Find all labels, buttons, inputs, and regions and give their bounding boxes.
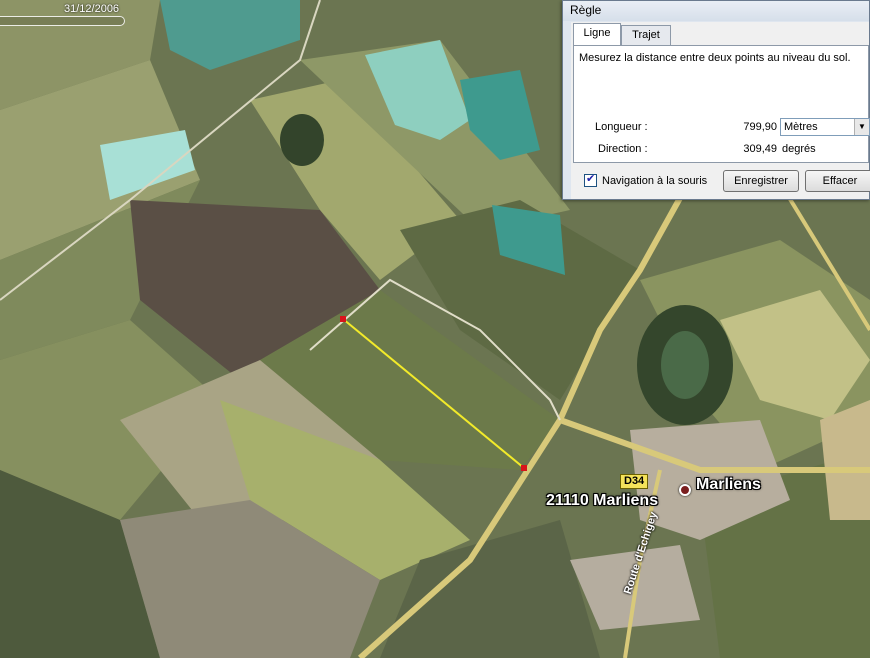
dialog-title: Règle — [563, 1, 869, 21]
mouse-navigation-checkbox[interactable]: ✔ — [584, 173, 597, 187]
mouse-navigation-label: Navigation à la souris — [602, 174, 708, 187]
tab-ligne[interactable]: Ligne — [573, 23, 621, 45]
place-marker-icon[interactable] — [679, 484, 691, 496]
length-value: 799,90 — [743, 121, 777, 133]
checkmark-icon: ✔ — [586, 173, 596, 185]
postcode-place-label: 21110 Marliens — [546, 492, 659, 509]
pond — [661, 331, 709, 399]
ruler-dialog: Règle Ligne Trajet Mesurez la distance e… — [562, 0, 870, 200]
woodland — [280, 114, 324, 166]
direction-unit: degrés — [782, 143, 816, 155]
direction-value: 309,49 — [743, 143, 777, 155]
tab-trajet[interactable]: Trajet — [621, 25, 671, 45]
road-shield-d34: D34 — [620, 474, 649, 489]
time-slider-track[interactable] — [0, 16, 125, 26]
unit-selected-value: Mètres — [784, 121, 818, 133]
measure-start-point[interactable] — [340, 316, 346, 322]
place-label: Marliens — [696, 476, 761, 493]
length-label: Longueur : — [595, 121, 648, 133]
chevron-down-icon[interactable]: ▼ — [854, 119, 869, 135]
instruction-text: Mesurez la distance entre deux points au… — [579, 52, 851, 64]
unit-select[interactable]: Mètres ▼ — [780, 118, 870, 136]
time-slider[interactable]: 31/12/2006 — [0, 0, 150, 26]
mouse-navigation-option[interactable]: ✔ Navigation à la souris — [584, 173, 708, 187]
measure-end-point[interactable] — [521, 465, 527, 471]
direction-label: Direction : — [598, 143, 648, 155]
save-button[interactable]: Enregistrer — [723, 170, 799, 192]
imagery-date-label: 31/12/2006 — [64, 3, 120, 15]
tab-panel-ligne: Mesurez la distance entre deux points au… — [573, 45, 870, 163]
clear-button[interactable]: Effacer — [805, 170, 870, 192]
dialog-body: Ligne Trajet Mesurez la distance entre d… — [571, 22, 870, 199]
